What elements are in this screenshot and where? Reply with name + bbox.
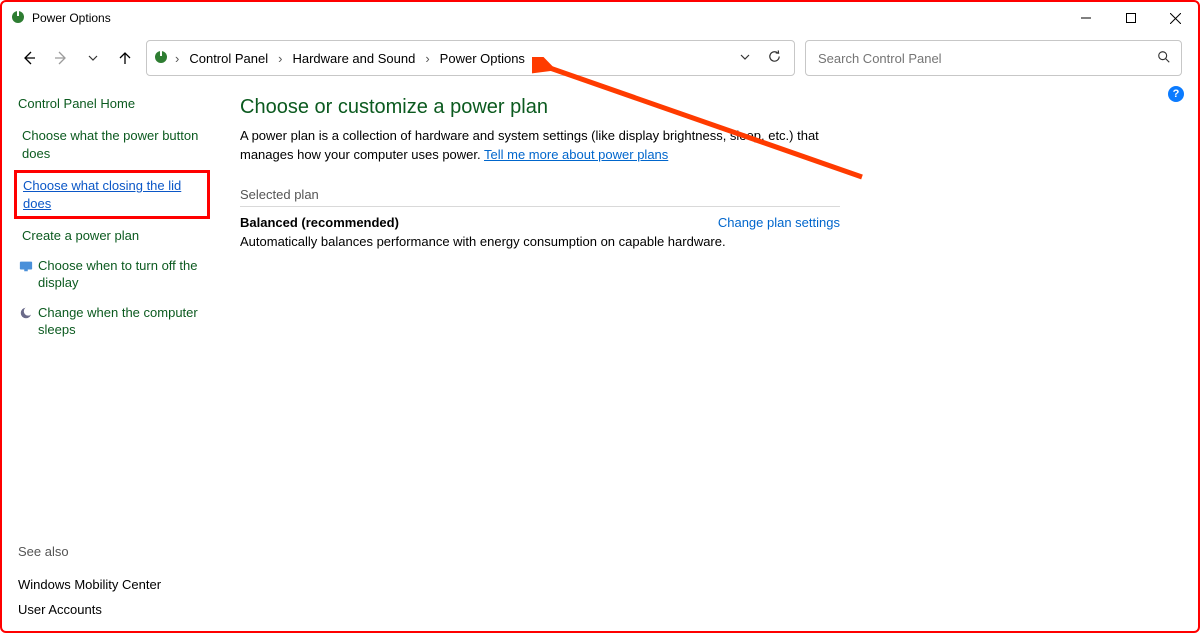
sidebar-item-label: Create a power plan xyxy=(22,227,139,245)
close-button[interactable] xyxy=(1153,3,1198,33)
sidebar-item-label: Change when the computer sleeps xyxy=(38,304,204,339)
plan-name: Balanced (recommended) xyxy=(240,215,399,230)
sidebar-item-lid[interactable]: Choose what closing the lid does xyxy=(19,177,201,212)
control-panel-icon xyxy=(153,49,169,68)
chevron-right-icon: › xyxy=(278,51,282,66)
annotation-highlight: Choose what closing the lid does xyxy=(14,170,210,219)
page-heading: Choose or customize a power plan xyxy=(240,96,1166,119)
address-dropdown-button[interactable] xyxy=(739,51,751,66)
see-also-mobility-center[interactable]: Windows Mobility Center xyxy=(18,577,204,592)
maximize-button[interactable] xyxy=(1108,3,1153,33)
sidebar-item-label: Choose when to turn off the display xyxy=(38,257,204,292)
sidebar: Control Panel Home Choose what the power… xyxy=(2,82,212,631)
plan-description: Automatically balances performance with … xyxy=(240,234,760,249)
search-icon[interactable] xyxy=(1157,50,1171,67)
sidebar-item-sleep[interactable]: Change when the computer sleeps xyxy=(18,304,204,339)
chevron-right-icon: › xyxy=(175,51,179,66)
control-panel-home-link[interactable]: Control Panel Home xyxy=(18,96,204,111)
page-description: A power plan is a collection of hardware… xyxy=(240,127,860,165)
learn-more-link[interactable]: Tell me more about power plans xyxy=(484,147,668,162)
chevron-right-icon: › xyxy=(425,51,429,66)
recent-locations-button[interactable] xyxy=(82,42,104,74)
sidebar-item-label: Choose what closing the lid does xyxy=(23,177,201,212)
sidebar-item-create-plan[interactable]: Create a power plan xyxy=(18,227,204,245)
nav-forward-button[interactable] xyxy=(50,42,72,74)
change-plan-settings-link[interactable]: Change plan settings xyxy=(718,215,840,230)
breadcrumb-item[interactable]: Hardware and Sound xyxy=(288,49,419,68)
app-icon xyxy=(10,9,26,28)
nav-back-button[interactable] xyxy=(18,42,40,74)
see-also-user-accounts[interactable]: User Accounts xyxy=(18,602,204,617)
refresh-button[interactable] xyxy=(767,49,782,67)
sidebar-item-display-off[interactable]: Choose when to turn off the display xyxy=(18,257,204,292)
toolbar: › Control Panel › Hardware and Sound › P… xyxy=(2,34,1198,82)
sidebar-item-power-button[interactable]: Choose what the power button does xyxy=(18,127,204,162)
display-icon xyxy=(18,258,34,274)
moon-icon xyxy=(18,305,34,321)
see-also-label: See also xyxy=(18,544,204,559)
address-bar[interactable]: › Control Panel › Hardware and Sound › P… xyxy=(146,40,795,76)
search-input[interactable] xyxy=(816,50,1157,67)
window-title: Power Options xyxy=(32,11,111,25)
minimize-button[interactable] xyxy=(1063,3,1108,33)
nav-up-button[interactable] xyxy=(114,42,136,74)
main-content: Choose or customize a power plan A power… xyxy=(212,82,1198,631)
breadcrumb-item[interactable]: Control Panel xyxy=(185,49,272,68)
breadcrumb-item[interactable]: Power Options xyxy=(436,49,529,68)
selected-plan-label: Selected plan xyxy=(240,187,840,207)
search-box[interactable] xyxy=(805,40,1182,76)
sidebar-item-label: Choose what the power button does xyxy=(22,127,204,162)
titlebar: Power Options xyxy=(2,2,1198,34)
